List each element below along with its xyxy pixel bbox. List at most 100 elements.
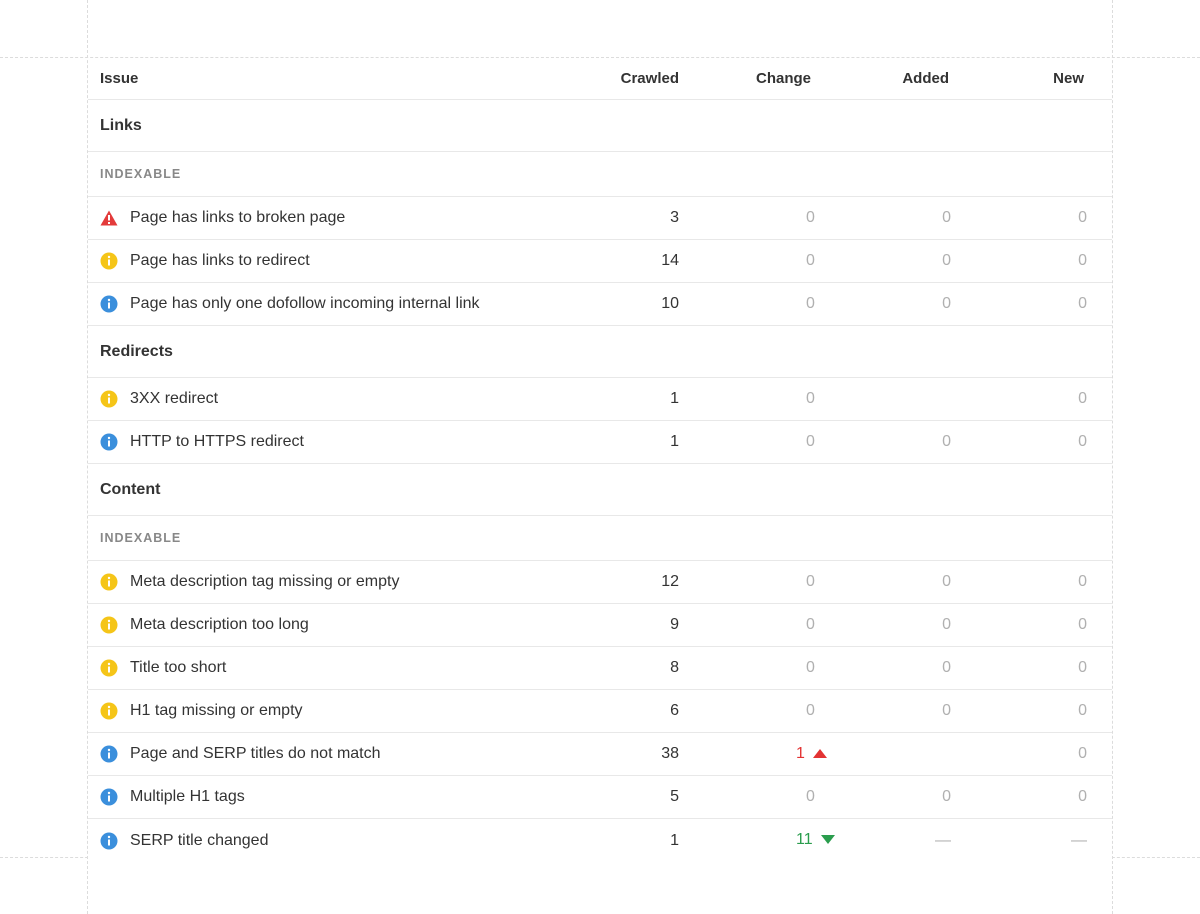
column-header-new[interactable]: New	[1053, 70, 1084, 87]
crawled-value[interactable]: 9	[670, 616, 679, 634]
table-row[interactable]: Page has only one dofollow incoming inte…	[88, 283, 1112, 326]
guide-line-right	[1112, 0, 1113, 914]
change-number: 0	[806, 573, 815, 590]
group-title: Redirects	[100, 342, 173, 360]
error-triangle-icon	[100, 209, 118, 227]
issue-cell: 3XX redirect	[100, 390, 218, 408]
issue-name[interactable]: Page has links to broken page	[130, 209, 345, 227]
added-value: 0	[942, 788, 951, 805]
added-value: 0	[942, 209, 951, 226]
column-header-change[interactable]: Change	[756, 70, 896, 87]
issue-name[interactable]: Page has links to redirect	[130, 252, 310, 270]
table-row[interactable]: H1 tag missing or empty 6 0 0 0	[88, 690, 1112, 733]
crawled-value[interactable]: 1	[670, 832, 679, 850]
issue-name[interactable]: Meta description too long	[130, 616, 309, 634]
table-body: Links INDEXABLE Page has links to broken p…	[88, 100, 1112, 862]
change-value: 0	[806, 616, 946, 634]
table-row[interactable]: Page has links to redirect 14 0 0 0	[88, 240, 1112, 283]
new-value: 0	[1078, 788, 1087, 805]
crawled-value[interactable]: 8	[670, 659, 679, 677]
crawled-value[interactable]: 12	[661, 573, 679, 591]
crawled-value[interactable]: 6	[670, 702, 679, 720]
table-row[interactable]: 3XX redirect 1 0 0	[88, 378, 1112, 421]
crawled-value[interactable]: 1	[670, 390, 679, 408]
notice-info-icon	[100, 745, 118, 763]
issue-cell: SERP title changed	[100, 832, 268, 850]
warning-info-icon	[100, 390, 118, 408]
issue-cell: H1 tag missing or empty	[100, 702, 303, 720]
table-header: Issue Crawled Change Added New	[88, 58, 1112, 100]
crawled-value[interactable]: 5	[670, 788, 679, 806]
added-value: 0	[942, 573, 951, 590]
column-header-crawled[interactable]: Crawled	[621, 70, 679, 87]
change-number: 0	[806, 659, 815, 676]
table-row[interactable]: Meta description too long 9 0 0 0	[88, 604, 1112, 647]
arrow-up-icon	[812, 745, 827, 763]
table-row[interactable]: Title too short 8 0 0 0	[88, 647, 1112, 690]
new-value: 0	[1078, 390, 1087, 407]
new-value: 0	[1078, 616, 1087, 633]
subgroup-header: INDEXABLE	[88, 516, 1112, 561]
change-value: 0	[806, 295, 946, 313]
change-value: 0	[806, 209, 946, 227]
table-row[interactable]: Meta description tag missing or empty 12 0…	[88, 561, 1112, 604]
notice-info-icon	[100, 295, 118, 313]
new-value: 0	[1078, 209, 1087, 226]
issue-name[interactable]: Title too short	[130, 659, 226, 677]
issue-cell: Meta description tag missing or empty	[100, 573, 399, 591]
subgroup-header: INDEXABLE	[88, 152, 1112, 197]
group-header: Links	[88, 100, 1112, 152]
change-number: 11	[796, 831, 813, 849]
issue-name[interactable]: Meta description tag missing or empty	[130, 573, 399, 591]
subgroup-label: INDEXABLE	[100, 167, 182, 181]
table-row[interactable]: Page has links to broken page 3 0 0 0	[88, 197, 1112, 240]
table-row[interactable]: SERP title changed 1 11— —	[88, 819, 1112, 862]
new-value: —	[1071, 831, 1087, 849]
new-value: 0	[1078, 702, 1087, 719]
added-value: 0	[942, 702, 951, 719]
crawled-value[interactable]: 14	[661, 252, 679, 270]
change-value: 0	[806, 788, 946, 806]
notice-info-icon	[100, 832, 118, 850]
crawled-value[interactable]: 38	[661, 745, 679, 763]
issue-name[interactable]: Page has only one dofollow incoming inte…	[130, 295, 480, 313]
crawled-value[interactable]: 10	[661, 295, 679, 313]
notice-info-icon	[100, 788, 118, 806]
issue-cell: HTTP to HTTPS redirect	[100, 433, 304, 451]
issue-name[interactable]: SERP title changed	[130, 832, 268, 850]
warning-info-icon	[100, 659, 118, 677]
new-value: 0	[1078, 745, 1087, 762]
issue-cell: Page has links to redirect	[100, 252, 310, 270]
added-value: —	[935, 831, 951, 849]
new-value: 0	[1078, 252, 1087, 269]
new-value: 0	[1078, 433, 1087, 450]
change-number: 0	[806, 788, 815, 805]
table-row[interactable]: Multiple H1 tags 5 0 0 0	[88, 776, 1112, 819]
notice-info-icon	[100, 433, 118, 451]
change-value: 1	[796, 745, 936, 763]
table-row[interactable]: HTTP to HTTPS redirect 1 0 0 0	[88, 421, 1112, 464]
column-header-added[interactable]: Added	[902, 70, 949, 87]
issue-name[interactable]: H1 tag missing or empty	[130, 702, 303, 720]
crawled-value[interactable]: 3	[670, 209, 679, 227]
group-title: Content	[100, 480, 161, 498]
issue-name[interactable]: Multiple H1 tags	[130, 788, 245, 806]
change-value: 0	[806, 659, 946, 677]
change-value: 0	[806, 433, 946, 451]
new-value: 0	[1078, 573, 1087, 590]
change-number: 0	[806, 209, 815, 226]
column-header-issue[interactable]: Issue	[100, 70, 138, 87]
change-value: 0	[806, 390, 946, 408]
issue-name[interactable]: 3XX redirect	[130, 390, 218, 408]
table-row[interactable]: Page and SERP titles do not match 38 1 0	[88, 733, 1112, 776]
added-value: 0	[942, 295, 951, 312]
issue-name[interactable]: Page and SERP titles do not match	[130, 745, 381, 763]
issue-cell: Meta description too long	[100, 616, 309, 634]
issue-name[interactable]: HTTP to HTTPS redirect	[130, 433, 304, 451]
warning-info-icon	[100, 252, 118, 270]
crawled-value[interactable]: 1	[670, 433, 679, 451]
new-value: 0	[1078, 659, 1087, 676]
added-value: 0	[942, 252, 951, 269]
added-value: 0	[942, 433, 951, 450]
issue-cell: Page and SERP titles do not match	[100, 745, 381, 763]
